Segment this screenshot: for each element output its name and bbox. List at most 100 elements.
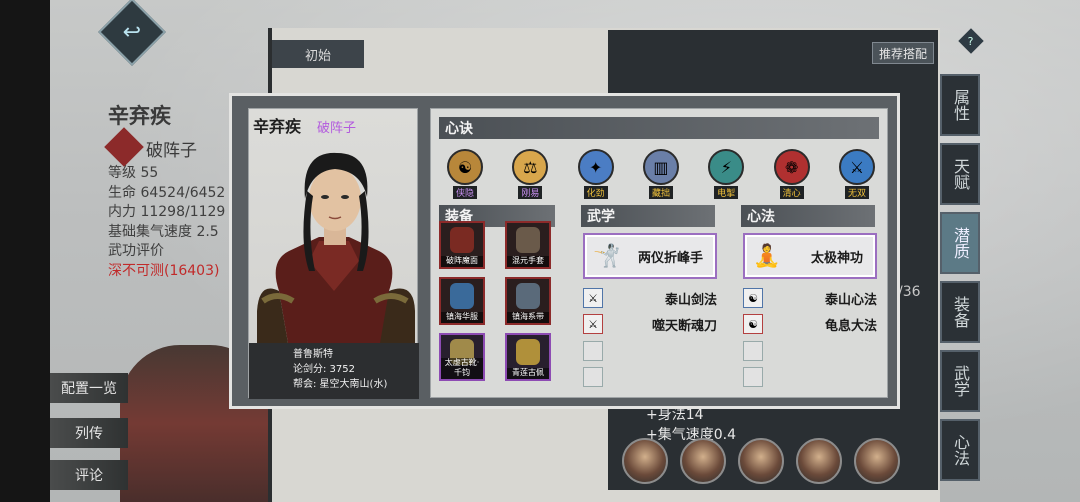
character-subtitle: 破阵子 [317, 121, 357, 136]
belt-icon [516, 283, 540, 309]
equip-slot[interactable]: 太虚古靴·千钧 [439, 333, 485, 381]
mantra-item[interactable]: ⚡ 电掣 [702, 149, 750, 199]
tab-heart[interactable]: 心法 [940, 419, 980, 481]
left-black-bar [0, 0, 50, 502]
mantra-item[interactable]: ⚔ 无双 [833, 149, 881, 199]
heart-main-name: 太极神功 [810, 250, 863, 266]
martial-empty-slot[interactable] [583, 367, 603, 387]
heart-skill-icon: ☯ [743, 288, 763, 308]
mantra-icon: ▥ [642, 149, 679, 185]
team-avatar[interactable] [680, 438, 726, 484]
heart-skill[interactable]: ☯ 龟息大法 [743, 313, 877, 335]
mantra-row: ☯ 侠隐 ⚖ 刚易 ✦ 化劲 ▥ 藏拙 ⚡ 电掣 ❁ 清心 ⚔ 无双 [441, 149, 881, 199]
bg-stat-rating-label: 武功评价 [108, 243, 164, 259]
heart-skill-name: 泰山心法 [824, 292, 877, 308]
back-arrow-icon: ↩ [122, 19, 142, 45]
martial-main-skill[interactable]: 🤺 两仪折峰手 [583, 233, 717, 279]
bg-stat-rating: 深不可测(16403) [108, 262, 220, 279]
mantra-item[interactable]: ✦ 化劲 [572, 149, 620, 199]
martial-skill-icon: ⚔ [583, 288, 603, 308]
mantra-header: 心诀 [439, 117, 879, 139]
martial-skill-icon: ⚔ [583, 314, 603, 334]
tab-initial[interactable]: 初始 [272, 40, 364, 68]
team-avatar[interactable] [854, 438, 900, 484]
mantra-icon: ☯ [447, 149, 483, 185]
bg-stats: 等级 55 生命 64524/6452 内力 11298/1129 基础集气速度… [108, 164, 225, 281]
heart-figure-icon: 🧘 [753, 243, 781, 269]
character-panel: 辛弃疾 破阵子 普鲁斯特 论剑分: 3752 帮会: 星空大南山(水) [248, 108, 419, 399]
character-portrait [257, 152, 415, 349]
right-tab-bar: 属性 天赋 潜质 装备 武学 心法 [940, 74, 980, 488]
mantra-icon: ⚔ [838, 149, 875, 185]
mantra-item[interactable]: ❁ 清心 [768, 149, 816, 199]
martial-main-name: 两仪折峰手 [637, 250, 703, 266]
mantra-label: 清心 [779, 186, 804, 199]
equip-label: 太虚古靴·千钧 [441, 358, 483, 379]
mantra-label: 侠隐 [452, 186, 477, 199]
equip-label: 镇海华服 [441, 312, 483, 323]
heart-skill[interactable]: ☯ 泰山心法 [743, 287, 877, 309]
equip-slot[interactable]: 混元手套 [505, 221, 551, 269]
bg-stat-speed: 基础集气速度 2.5 [108, 223, 219, 240]
equip-label: 青莲古佩 [507, 368, 549, 379]
team-avatar[interactable] [622, 438, 668, 484]
equip-label: 镇海系带 [507, 312, 549, 323]
equip-slot[interactable]: 青莲古佩 [505, 333, 551, 381]
character-name: 辛弃疾 [253, 117, 302, 136]
armor-icon [450, 283, 474, 309]
bg-stat-mp: 内力 11298/1129 [108, 204, 226, 220]
mantra-item[interactable]: ▥ 藏拙 [637, 149, 685, 199]
tab-equipment[interactable]: 装备 [940, 281, 980, 343]
tab-attributes[interactable]: 属性 [940, 74, 980, 136]
martial-skill[interactable]: ⚔ 泰山剑法 [583, 287, 717, 309]
martial-skill-name: 噬天断魂刀 [651, 318, 717, 334]
bg-stat-level: 等级 55 [108, 165, 159, 181]
glove-icon [516, 227, 540, 253]
config-overview-button[interactable]: 配置一览 [50, 373, 128, 403]
bg-stat-hp: 生命 64524/6452 [108, 184, 226, 201]
heart-header: 心法 [741, 205, 875, 227]
pendant-icon [516, 339, 540, 365]
comment-button[interactable]: 评论 [50, 460, 128, 490]
character-detail-modal: 辛弃疾 破阵子 普鲁斯特 论剑分: 3752 帮会: 星空大南山(水) 心诀 ☯… [229, 93, 900, 409]
mantra-label: 藏拙 [648, 186, 673, 199]
mantra-label: 电掣 [714, 186, 739, 199]
mantra-item[interactable]: ⚖ 刚易 [506, 149, 554, 199]
heart-main-skill[interactable]: 🧘 太极神功 [743, 233, 877, 279]
mantra-label: 化劲 [583, 186, 608, 199]
mantra-label: 刚易 [518, 186, 543, 199]
owner-score: 论剑分: 3752 [293, 364, 355, 375]
bg-page-count: /36 [898, 284, 921, 300]
equip-label: 破阵魔面 [441, 256, 483, 267]
owner-guild: 帮会: 星空大南山(水) [293, 379, 388, 390]
martial-header: 武学 [581, 205, 715, 227]
mantra-icon: ✦ [577, 149, 614, 185]
mantra-item[interactable]: ☯ 侠隐 [441, 149, 489, 199]
tab-martial[interactable]: 武学 [940, 350, 980, 412]
heart-skill-icon: ☯ [743, 314, 763, 334]
heart-skill-name: 龟息大法 [824, 318, 877, 334]
team-avatar[interactable] [738, 438, 784, 484]
mask-icon [450, 227, 474, 253]
equip-slot[interactable]: 镇海华服 [439, 277, 485, 325]
martial-skill[interactable]: ⚔ 噬天断魂刀 [583, 313, 717, 335]
martial-empty-slot[interactable] [583, 341, 603, 361]
heart-empty-slot[interactable] [743, 367, 763, 387]
owner-info: 普鲁斯特 论剑分: 3752 帮会: 星空大南山(水) [249, 343, 419, 399]
bg-character-name: 辛弃疾 [108, 104, 171, 128]
tab-talent[interactable]: 天赋 [940, 143, 980, 205]
equip-slot[interactable]: 破阵魔面 [439, 221, 485, 269]
help-icon: ? [968, 34, 974, 48]
recommend-button[interactable]: 推荐搭配 [872, 42, 934, 64]
tab-potential[interactable]: 潜质 [940, 212, 980, 274]
mantra-icon: ⚖ [512, 149, 549, 185]
equip-label: 混元手套 [507, 256, 549, 267]
biography-button[interactable]: 列传 [50, 418, 128, 448]
heart-empty-slot[interactable] [743, 341, 763, 361]
martial-figure-icon: 🤺 [593, 243, 621, 269]
equip-slot[interactable]: 镇海系带 [505, 277, 551, 325]
bg-character-title: 破阵子 [146, 141, 197, 161]
team-avatar-row [622, 438, 900, 484]
mantra-icon: ⚡ [708, 149, 745, 185]
team-avatar[interactable] [796, 438, 842, 484]
